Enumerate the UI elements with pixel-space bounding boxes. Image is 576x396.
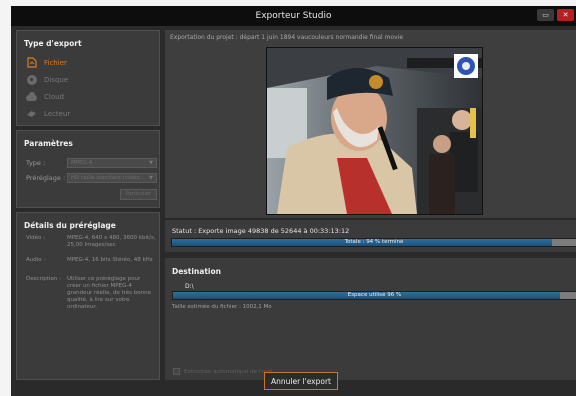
total-progress-label: Totale : 94 % terminé xyxy=(344,239,404,245)
device-icon xyxy=(26,108,37,119)
preset-select-value: HD taille standard (vidéo... xyxy=(71,175,145,181)
destination-heading: Destination xyxy=(172,267,221,276)
auto-shutdown-checkbox[interactable] xyxy=(173,368,180,375)
preview-panel: Exportation du projet : départ 1 juin 18… xyxy=(165,30,576,218)
preset-details-panel: Détails du préréglage Vidéo : MPEG-4, 64… xyxy=(16,212,160,380)
auto-shutdown-option[interactable]: Extinction automatique de l'ordi xyxy=(173,368,272,375)
window-controls: ▭ ✕ xyxy=(537,9,574,21)
detail-row-video: Vidéo : MPEG-4, 640 x 480, 3600 kbit/s, … xyxy=(26,235,156,249)
disk-space-bar: Espace utilisé 96 % xyxy=(172,291,576,300)
detail-row-audio: Audio : MPEG-4, 16 bits Stéréo, 48 kHz xyxy=(26,257,156,264)
export-type-file-label: Fichier xyxy=(44,58,67,67)
preset-select[interactable]: HD taille standard (vidéo... ▼ xyxy=(67,173,157,183)
custom-button[interactable]: Particulier xyxy=(120,189,157,200)
export-type-disc[interactable]: Disque xyxy=(26,74,68,85)
status-panel: Statut : Exporte image 49838 de 52644 à … xyxy=(165,220,576,252)
preset-details-heading: Détails du préréglage xyxy=(24,221,116,230)
detail-label: Vidéo : xyxy=(26,235,46,241)
project-line: Exportation du projet : départ 1 juin 18… xyxy=(170,34,404,41)
auto-shutdown-label: Extinction automatique de l'ordi xyxy=(184,368,273,375)
export-type-cloud[interactable]: Cloud xyxy=(26,91,64,102)
title-bar: Exporteur Studio ▭ ✕ xyxy=(11,6,576,26)
chevron-down-icon: ▼ xyxy=(149,160,153,166)
cloud-icon xyxy=(26,91,37,102)
destination-path: D:\ xyxy=(185,283,194,290)
export-type-disc-label: Disque xyxy=(44,75,69,84)
export-type-device[interactable]: Lecteur xyxy=(26,108,70,119)
detail-row-description: Description : Utiliser ce préréglage pou… xyxy=(26,276,156,311)
window-title: Exporteur Studio xyxy=(255,11,332,21)
type-select-value: MPEG-4 xyxy=(71,160,93,166)
detail-value: MPEG-4, 640 x 480, 3600 kbit/s, 25,00 Im… xyxy=(67,235,156,248)
disc-icon xyxy=(26,74,37,85)
type-select[interactable]: MPEG-4 ▼ xyxy=(67,158,157,168)
export-type-heading: Type d'export xyxy=(24,39,82,48)
close-icon[interactable]: ✕ xyxy=(557,9,574,21)
detail-label: Description : xyxy=(26,276,61,282)
detail-value: MPEG-4, 16 bits Stéréo, 48 kHz xyxy=(67,257,153,263)
export-type-file[interactable]: Fichier xyxy=(26,57,67,68)
exporter-window: Exporteur Studio ▭ ✕ Type d'export Fichi… xyxy=(11,6,576,396)
parameters-heading: Paramètres xyxy=(24,139,73,148)
cancel-export-button[interactable]: Annuler l'export xyxy=(264,372,338,390)
minimize-icon[interactable]: ▭ xyxy=(537,9,554,21)
video-preview xyxy=(266,47,483,215)
destination-panel: Destination D:\ Espace utilisé 96 % Tail… xyxy=(165,258,576,380)
total-progress-bar: Totale : 94 % terminé xyxy=(171,238,576,247)
disk-space-label: Espace utilisé 96 % xyxy=(347,292,402,298)
status-text: Statut : Exporte image 49838 de 52644 à … xyxy=(172,227,350,235)
detail-label: Audio : xyxy=(26,257,46,263)
file-icon xyxy=(26,57,37,68)
detail-value: Utiliser ce préréglage pour créer un fic… xyxy=(67,276,151,310)
parameters-panel: Paramètres Type : MPEG-4 ▼ Préréglage : … xyxy=(16,130,160,208)
type-label: Type : xyxy=(26,159,46,167)
export-type-device-label: Lecteur xyxy=(44,109,71,118)
chevron-down-icon: ▼ xyxy=(149,175,153,181)
export-type-cloud-label: Cloud xyxy=(44,92,64,101)
preset-label: Préréglage : xyxy=(26,174,66,182)
export-type-panel: Type d'export Fichier Disque Cloud Lecte… xyxy=(16,30,160,126)
estimated-file-size: Taille estimée du fichier : 1002,1 Mo xyxy=(172,304,272,310)
